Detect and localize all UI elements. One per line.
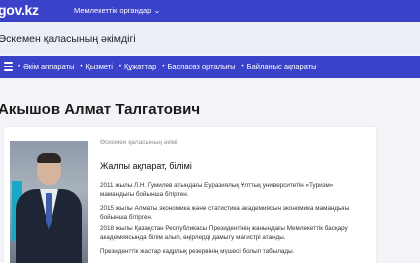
nav-item-press-center[interactable]: • Баспасөз орталығы — [162, 62, 235, 71]
nav-item-activity[interactable]: • Қызметі — [80, 62, 113, 71]
bullet-icon: • — [118, 63, 122, 70]
nav-item-label: Әкім аппараты — [23, 62, 75, 71]
nav-item-label: Байланыс ақпараты — [246, 62, 317, 71]
nav-item-label: Баспасөз орталығы — [167, 62, 236, 71]
portrait-hair — [37, 153, 61, 163]
bullet-icon: • — [18, 63, 21, 70]
bullet-icon: • — [80, 63, 83, 70]
bullet-icon: • — [162, 63, 165, 70]
position-subtitle: Өскемен қаласының әкімі — [100, 139, 178, 146]
bio-paragraph: 2018 жылы Қазақстан Республикасы Президе… — [100, 225, 348, 242]
akim-portrait-photo — [10, 141, 88, 263]
portrait-tie — [46, 193, 52, 229]
hamburger-menu-icon[interactable] — [4, 62, 13, 71]
gov-kz-logo[interactable]: gov.kz — [0, 2, 39, 18]
organization-title[interactable]: Өскемен қаласының әкімдігі — [0, 33, 136, 45]
chevron-down-icon: ⌄ — [153, 7, 162, 15]
state-bodies-dropdown-label: Мемлекеттік органдар — [74, 6, 152, 15]
bullet-icon: • — [241, 63, 244, 70]
top-header-bar: gov.kz Мемлекеттік органдар ⌄ — [0, 0, 420, 22]
state-bodies-dropdown[interactable]: Мемлекеттік органдар ⌄ — [74, 6, 162, 15]
section-title: Жалпы ақпарат, білімі — [100, 161, 192, 171]
bio-paragraph: Президенттік жастар кадрлық резервінің м… — [100, 248, 295, 255]
bio-paragraph: 2015 жылы Алматы экономика және статисти… — [100, 205, 350, 222]
nav-item-documents[interactable]: • Құжаттар — [119, 62, 156, 71]
nav-item-akim-apparatus[interactable]: • Әкім аппараты — [18, 62, 74, 71]
nav-items: • Әкім аппараты • Қызметі • Құжаттар • Б… — [18, 62, 323, 71]
nav-item-contacts[interactable]: • Байланыс ақпараты — [242, 62, 317, 71]
nav-item-label: Құжаттар — [124, 62, 157, 71]
bio-paragraph: 2011 жылы Л.Н. Гумилев атындағы Еуразиял… — [100, 182, 334, 199]
page-title: Акышов Алмат Талгатович — [0, 101, 201, 118]
main-navigation: • Әкім аппараты • Қызметі • Құжаттар • Б… — [0, 56, 420, 78]
nav-item-label: Қызметі — [85, 62, 113, 71]
